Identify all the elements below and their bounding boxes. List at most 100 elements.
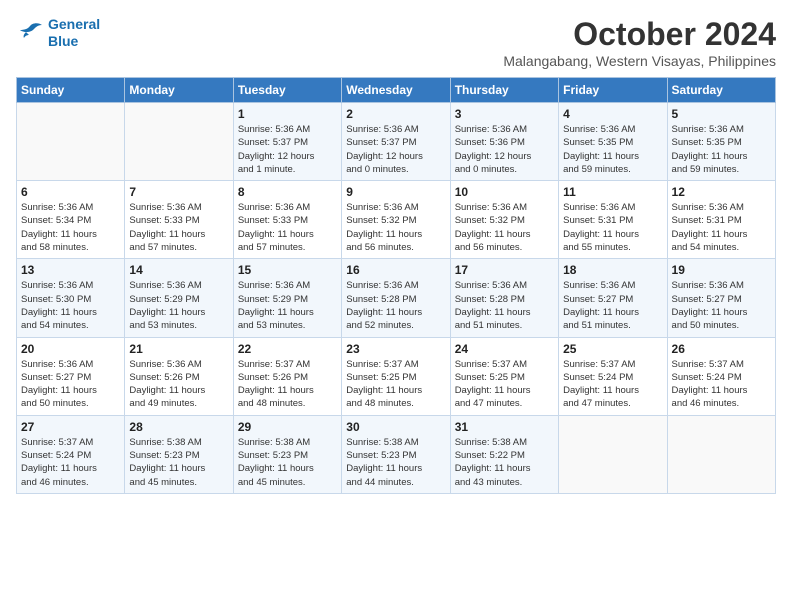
month-title: October 2024 [503, 16, 776, 53]
day-info: Sunrise: 5:38 AM Sunset: 5:22 PM Dayligh… [455, 436, 554, 489]
title-block: October 2024 Malangabang, Western Visaya… [503, 16, 776, 69]
day-info: Sunrise: 5:36 AM Sunset: 5:27 PM Dayligh… [21, 358, 120, 411]
calendar-cell: 7 Sunrise: 5:36 AM Sunset: 5:33 PM Daylig… [125, 181, 233, 259]
calendar-week-row: 1Sunrise: 5:36 AM Sunset: 5:37 PM Daylig… [17, 103, 776, 181]
logo-text: General Blue [48, 16, 100, 50]
calendar-cell: 3Sunrise: 5:36 AM Sunset: 5:36 PM Daylig… [450, 103, 558, 181]
day-info: Sunrise: 5:38 AM Sunset: 5:23 PM Dayligh… [129, 436, 228, 489]
day-number: 7 [129, 185, 228, 199]
calendar-cell: 9Sunrise: 5:36 AM Sunset: 5:32 PM Daylig… [342, 181, 450, 259]
calendar-cell: 23Sunrise: 5:37 AM Sunset: 5:25 PM Dayli… [342, 337, 450, 415]
calendar-cell: 24Sunrise: 5:37 AM Sunset: 5:25 PM Dayli… [450, 337, 558, 415]
day-info: Sunrise: 5:37 AM Sunset: 5:26 PM Dayligh… [238, 358, 337, 411]
day-number: 26 [672, 342, 771, 356]
day-info: Sunrise: 5:36 AM Sunset: 5:30 PM Dayligh… [21, 279, 120, 332]
calendar-week-row: 20 Sunrise: 5:36 AM Sunset: 5:27 PM Dayli… [17, 337, 776, 415]
day-number: 9 [346, 185, 445, 199]
column-header-tuesday: Tuesday [233, 78, 341, 103]
day-number: 29 [238, 420, 337, 434]
calendar-cell: 13 Sunrise: 5:36 AM Sunset: 5:30 PM Dayli… [17, 259, 125, 337]
day-info: Sunrise: 5:36 AM Sunset: 5:33 PM Dayligh… [129, 201, 228, 254]
day-number: 8 [238, 185, 337, 199]
column-header-sunday: Sunday [17, 78, 125, 103]
day-number: 4 [563, 107, 662, 121]
calendar-cell: 8 Sunrise: 5:36 AM Sunset: 5:33 PM Daylig… [233, 181, 341, 259]
day-info: Sunrise: 5:36 AM Sunset: 5:35 PM Dayligh… [563, 123, 662, 176]
calendar-cell: 14Sunrise: 5:36 AM Sunset: 5:29 PM Dayli… [125, 259, 233, 337]
calendar-cell: 22 Sunrise: 5:37 AM Sunset: 5:26 PM Dayli… [233, 337, 341, 415]
column-header-wednesday: Wednesday [342, 78, 450, 103]
calendar-cell: 25Sunrise: 5:37 AM Sunset: 5:24 PM Dayli… [559, 337, 667, 415]
day-info: Sunrise: 5:38 AM Sunset: 5:23 PM Dayligh… [346, 436, 445, 489]
day-number: 3 [455, 107, 554, 121]
calendar-cell: 4 Sunrise: 5:36 AM Sunset: 5:35 PM Daylig… [559, 103, 667, 181]
calendar-cell: 20 Sunrise: 5:36 AM Sunset: 5:27 PM Dayli… [17, 337, 125, 415]
calendar-header: SundayMondayTuesdayWednesdayThursdayFrid… [17, 78, 776, 103]
day-number: 17 [455, 263, 554, 277]
calendar-cell: 21 Sunrise: 5:36 AM Sunset: 5:26 PM Dayli… [125, 337, 233, 415]
day-number: 6 [21, 185, 120, 199]
calendar-week-row: 6 Sunrise: 5:36 AM Sunset: 5:34 PM Daylig… [17, 181, 776, 259]
calendar-cell: 11 Sunrise: 5:36 AM Sunset: 5:31 PM Dayli… [559, 181, 667, 259]
location-subtitle: Malangabang, Western Visayas, Philippine… [503, 53, 776, 69]
day-info: Sunrise: 5:36 AM Sunset: 5:27 PM Dayligh… [563, 279, 662, 332]
calendar-body: 1Sunrise: 5:36 AM Sunset: 5:37 PM Daylig… [17, 103, 776, 494]
day-info: Sunrise: 5:36 AM Sunset: 5:28 PM Dayligh… [455, 279, 554, 332]
calendar-cell: 2 Sunrise: 5:36 AM Sunset: 5:37 PM Daylig… [342, 103, 450, 181]
day-info: Sunrise: 5:36 AM Sunset: 5:34 PM Dayligh… [21, 201, 120, 254]
logo: General Blue [16, 16, 100, 50]
calendar-cell: 18 Sunrise: 5:36 AM Sunset: 5:27 PM Dayli… [559, 259, 667, 337]
calendar-cell: 29 Sunrise: 5:38 AM Sunset: 5:23 PM Dayli… [233, 415, 341, 493]
day-number: 31 [455, 420, 554, 434]
day-info: Sunrise: 5:36 AM Sunset: 5:32 PM Dayligh… [455, 201, 554, 254]
day-number: 18 [563, 263, 662, 277]
day-number: 27 [21, 420, 120, 434]
calendar-cell: 15 Sunrise: 5:36 AM Sunset: 5:29 PM Dayli… [233, 259, 341, 337]
calendar-week-row: 13 Sunrise: 5:36 AM Sunset: 5:30 PM Dayli… [17, 259, 776, 337]
calendar-cell: 6 Sunrise: 5:36 AM Sunset: 5:34 PM Daylig… [17, 181, 125, 259]
day-number: 10 [455, 185, 554, 199]
calendar-cell: 1Sunrise: 5:36 AM Sunset: 5:37 PM Daylig… [233, 103, 341, 181]
calendar-cell: 17 Sunrise: 5:36 AM Sunset: 5:28 PM Dayli… [450, 259, 558, 337]
day-number: 12 [672, 185, 771, 199]
day-info: Sunrise: 5:36 AM Sunset: 5:33 PM Dayligh… [238, 201, 337, 254]
day-info: Sunrise: 5:36 AM Sunset: 5:37 PM Dayligh… [238, 123, 337, 176]
day-info: Sunrise: 5:37 AM Sunset: 5:24 PM Dayligh… [21, 436, 120, 489]
page-header: General Blue October 2024 Malangabang, W… [16, 16, 776, 69]
calendar-cell: 5Sunrise: 5:36 AM Sunset: 5:35 PM Daylig… [667, 103, 775, 181]
day-number: 13 [21, 263, 120, 277]
day-number: 15 [238, 263, 337, 277]
day-number: 28 [129, 420, 228, 434]
day-info: Sunrise: 5:37 AM Sunset: 5:25 PM Dayligh… [346, 358, 445, 411]
day-number: 16 [346, 263, 445, 277]
day-info: Sunrise: 5:37 AM Sunset: 5:25 PM Dayligh… [455, 358, 554, 411]
day-number: 14 [129, 263, 228, 277]
calendar-cell: 30 Sunrise: 5:38 AM Sunset: 5:23 PM Dayli… [342, 415, 450, 493]
day-number: 22 [238, 342, 337, 356]
day-info: Sunrise: 5:36 AM Sunset: 5:26 PM Dayligh… [129, 358, 228, 411]
day-info: Sunrise: 5:36 AM Sunset: 5:31 PM Dayligh… [672, 201, 771, 254]
calendar-cell: 27 Sunrise: 5:37 AM Sunset: 5:24 PM Dayli… [17, 415, 125, 493]
day-info: Sunrise: 5:36 AM Sunset: 5:31 PM Dayligh… [563, 201, 662, 254]
column-header-friday: Friday [559, 78, 667, 103]
day-info: Sunrise: 5:38 AM Sunset: 5:23 PM Dayligh… [238, 436, 337, 489]
calendar-cell [125, 103, 233, 181]
calendar-cell: 31 Sunrise: 5:38 AM Sunset: 5:22 PM Dayli… [450, 415, 558, 493]
day-number: 30 [346, 420, 445, 434]
calendar-week-row: 27 Sunrise: 5:37 AM Sunset: 5:24 PM Dayli… [17, 415, 776, 493]
day-info: Sunrise: 5:36 AM Sunset: 5:29 PM Dayligh… [238, 279, 337, 332]
day-info: Sunrise: 5:36 AM Sunset: 5:37 PM Dayligh… [346, 123, 445, 176]
calendar-cell [667, 415, 775, 493]
calendar-table: SundayMondayTuesdayWednesdayThursdayFrid… [16, 77, 776, 494]
column-header-monday: Monday [125, 78, 233, 103]
day-number: 19 [672, 263, 771, 277]
day-info: Sunrise: 5:36 AM Sunset: 5:28 PM Dayligh… [346, 279, 445, 332]
calendar-cell: 28 Sunrise: 5:38 AM Sunset: 5:23 PM Dayli… [125, 415, 233, 493]
day-number: 2 [346, 107, 445, 121]
day-number: 20 [21, 342, 120, 356]
day-number: 21 [129, 342, 228, 356]
day-number: 5 [672, 107, 771, 121]
day-number: 11 [563, 185, 662, 199]
logo-icon [16, 22, 44, 44]
column-header-thursday: Thursday [450, 78, 558, 103]
